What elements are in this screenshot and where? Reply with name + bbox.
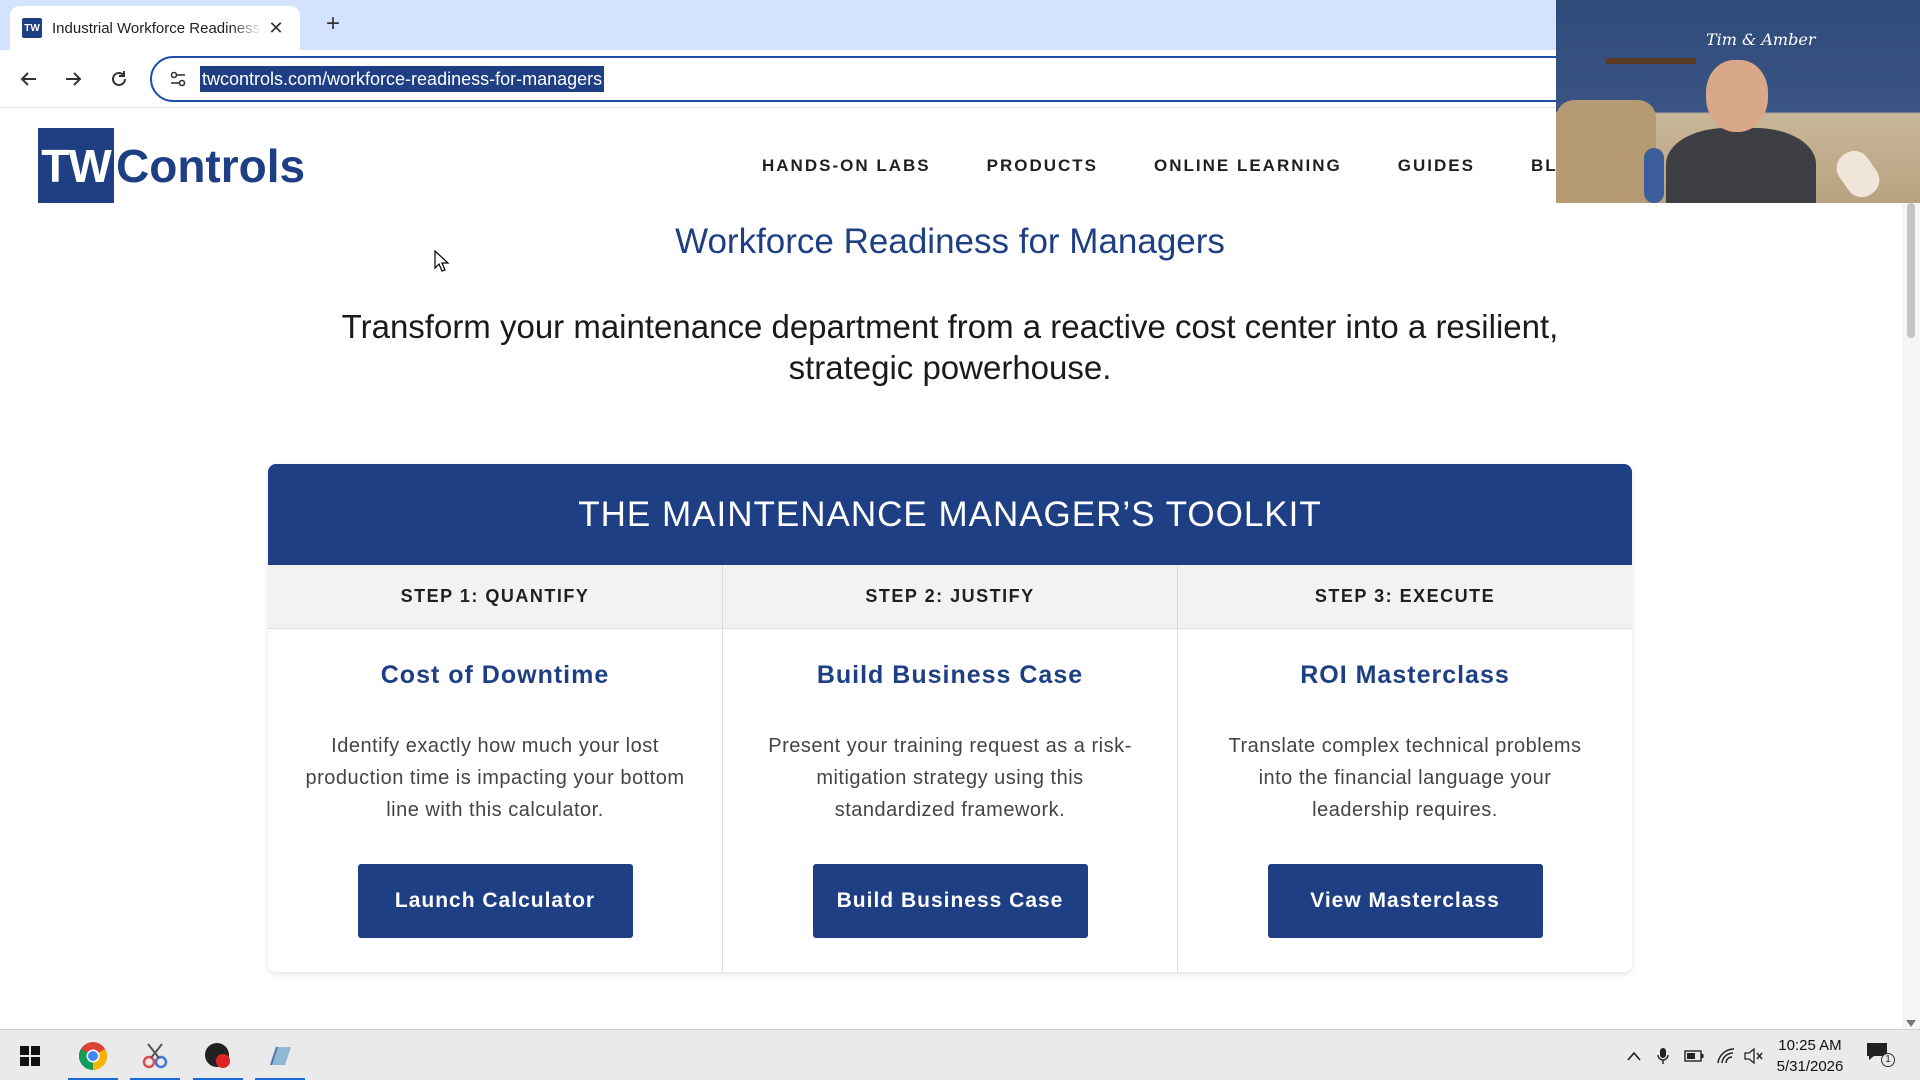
microphone-white [1830,144,1886,203]
column-description: Identify exactly how much your lost prod… [305,735,685,821]
webcam-shelf [1606,58,1696,64]
nav-guides[interactable]: GUIDES [1398,156,1475,178]
step-label: STEP 3: EXECUTE [1178,565,1632,629]
build-business-case-button[interactable]: Build Business Case [812,864,1088,938]
nav-online-learning[interactable]: ONLINE LEARNING [1154,156,1342,178]
clock-time: 10:25 AM [1778,1037,1842,1054]
mouse-cursor-icon [434,250,450,272]
show-hidden-icons-chevron-up-icon[interactable] [1622,1030,1646,1080]
webcam-overlay: Tim & Amber [1556,0,1920,203]
nav-hands-on-labs[interactable]: HANDS-ON LABS [762,156,931,178]
recorder-taskbar-icon[interactable] [193,1030,243,1080]
toolkit-column-quantify: STEP 1: QUANTIFY Cost of Downtime Identi… [268,565,723,972]
nav-blog[interactable]: BL [1531,156,1558,178]
notification-center-icon[interactable]: 1 [1866,1042,1895,1067]
column-description: Translate complex technical problems int… [1228,735,1582,821]
clock-date: 5/31/2026 [1776,1058,1844,1075]
site-logo[interactable]: TW Controls [38,128,305,203]
step-label: STEP 2: JUSTIFY [723,565,1177,629]
launch-calculator-button[interactable]: Launch Calculator [357,864,633,938]
column-description: Present your training request as a risk-… [768,735,1132,821]
toolkit-column-execute: STEP 3: EXECUTE ROI Masterclass Translat… [1178,565,1632,972]
back-arrow-icon[interactable] [14,64,44,94]
webcam-person-body [1666,128,1816,203]
page-scrollbar[interactable] [1902,203,1920,1029]
scrollbar-thumb[interactable] [1907,203,1915,338]
webcam-person-head [1706,60,1768,132]
column-title: Build Business Case [816,661,1084,689]
volume-muted-icon[interactable] [1742,1030,1766,1080]
app-taskbar-icon[interactable] [255,1030,305,1080]
scroll-down-arrow-icon[interactable] [1906,1020,1916,1027]
view-masterclass-button[interactable]: View Masterclass [1267,864,1543,938]
webcam-wall-sign: Tim & Amber [1706,30,1816,49]
forward-arrow-icon[interactable] [58,64,88,94]
close-tab-icon[interactable]: ✕ [264,18,288,39]
site-settings-icon[interactable] [166,67,190,91]
column-title: Cost of Downtime [380,661,610,689]
microphone-blue [1644,148,1664,203]
site-favicon: TW [22,18,42,38]
system-clock[interactable]: 10:25 AM 5/31/2026 [1770,1035,1850,1077]
network-wifi-icon[interactable] [1714,1030,1738,1080]
windows-taskbar: 10:25 AM 5/31/2026 1 [0,1029,1920,1080]
nav-products[interactable]: PRODUCTS [987,156,1098,178]
url-text[interactable]: twcontrols.com/workforce-readiness-for-m… [200,66,605,92]
battery-icon[interactable] [1682,1030,1706,1080]
toolkit-column-justify: STEP 2: JUSTIFY Build Business Case Pres… [723,565,1178,972]
microphone-icon[interactable] [1652,1030,1674,1080]
main-navigation: HANDS-ON LABS PRODUCTS ONLINE LEARNING G… [762,156,1614,178]
notification-count-badge: 1 [1881,1053,1895,1067]
reload-icon[interactable] [104,64,134,94]
toolkit-header: THE MAINTENANCE MANAGER’S TOOLKIT [268,464,1632,565]
column-title: ROI Masterclass [1300,661,1510,689]
chrome-taskbar-icon[interactable] [68,1030,118,1080]
tab-title: Industrial Workforce Readiness [52,19,261,37]
page-title: Workforce Readiness for Managers [675,222,1225,261]
webcam-couch [1556,100,1656,203]
logo-wordmark: Controls [116,139,306,192]
browser-tab[interactable]: TW Industrial Workforce Readiness ✕ [10,6,300,50]
logo-tw-mark: TW [38,128,114,203]
step-label: STEP 1: QUANTIFY [268,565,722,629]
snipping-tool-taskbar-icon[interactable] [130,1030,180,1080]
start-windows-icon[interactable] [5,1030,55,1080]
page-subtitle: Transform your maintenance department fr… [341,308,1559,386]
toolkit-card: THE MAINTENANCE MANAGER’S TOOLKIT STEP 1… [268,464,1632,972]
new-tab-icon[interactable]: + [318,10,348,40]
